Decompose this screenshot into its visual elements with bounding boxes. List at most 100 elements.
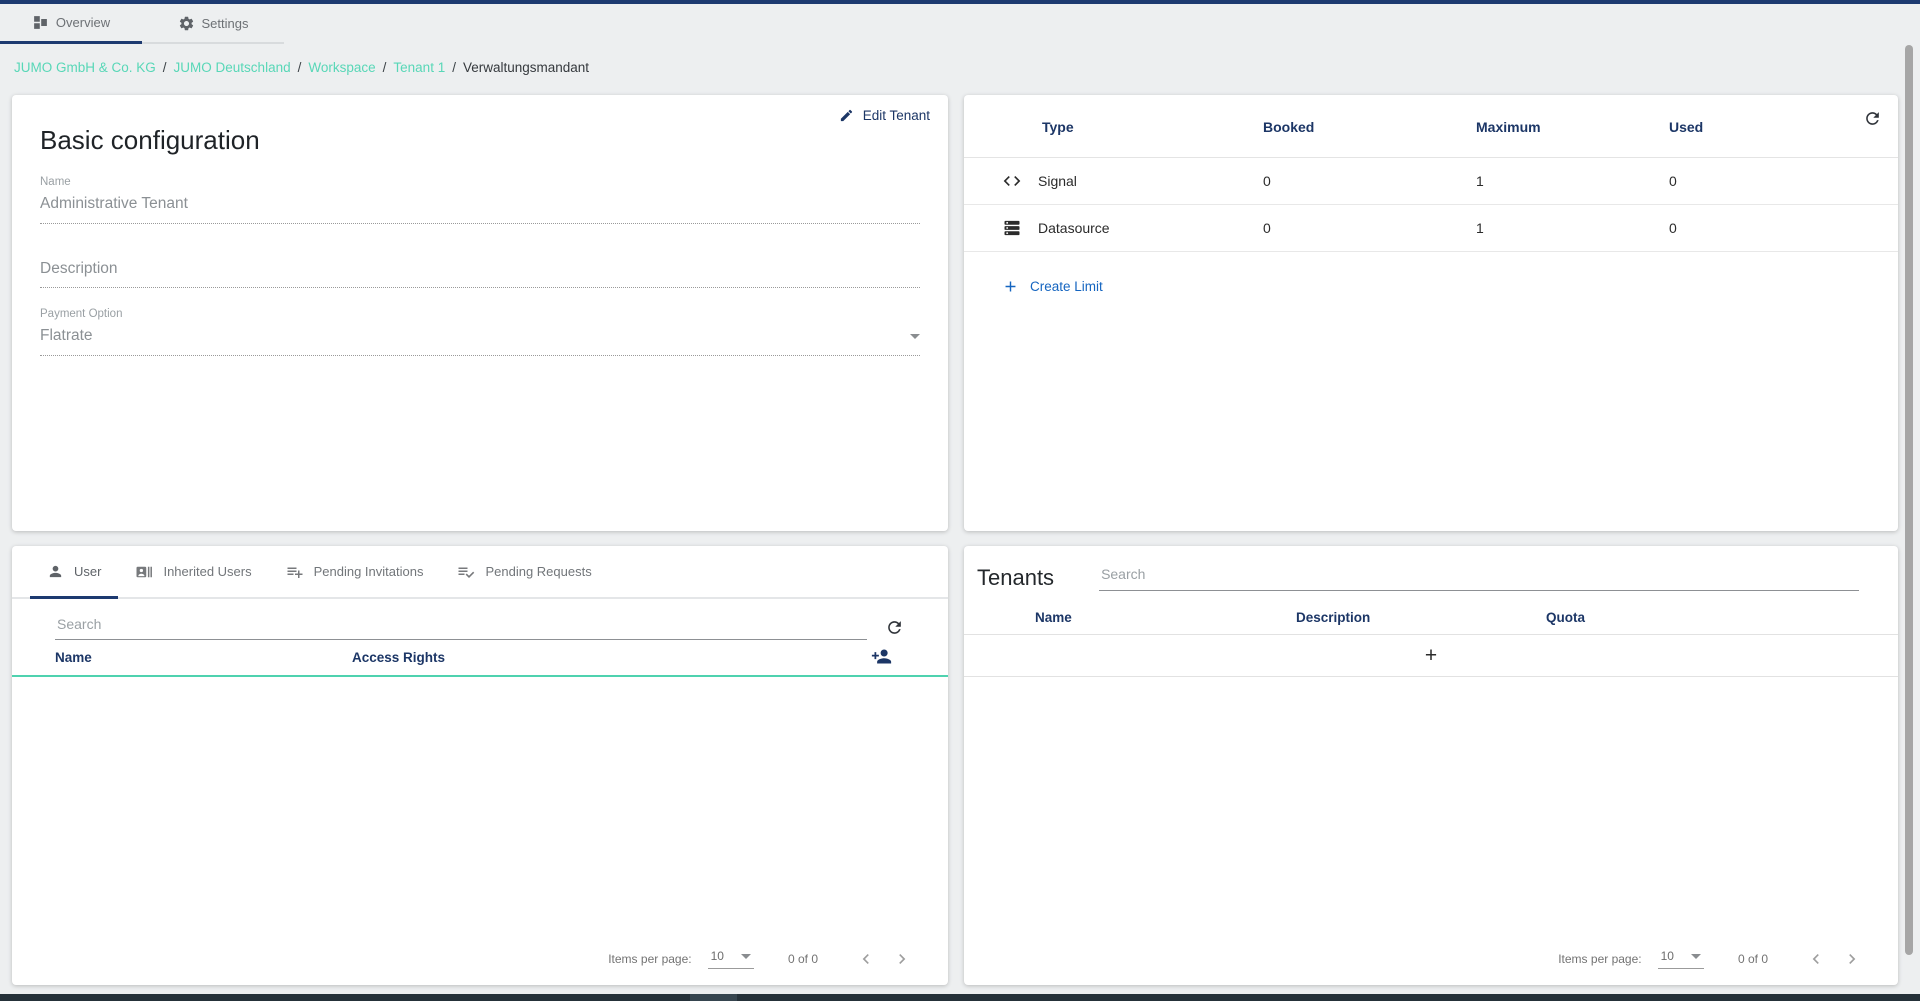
create-limit-label: Create Limit bbox=[1030, 279, 1103, 294]
breadcrumb-separator: / bbox=[452, 60, 456, 75]
chevron-right-icon bbox=[1842, 949, 1862, 969]
users-col-name: Name bbox=[55, 650, 352, 665]
tab-pending-requests-label: Pending Requests bbox=[485, 564, 591, 579]
breadcrumb-separator: / bbox=[383, 60, 387, 75]
page-size-value: 10 bbox=[1661, 949, 1674, 963]
previous-page-button[interactable] bbox=[856, 949, 876, 969]
plus-icon bbox=[1002, 278, 1019, 295]
payment-option-value: Flatrate bbox=[40, 327, 93, 345]
users-paginator: Items per page: 10 0 of 0 bbox=[608, 949, 912, 969]
breadcrumb-link-workspace[interactable]: Workspace bbox=[308, 60, 375, 75]
items-per-page-label: Items per page: bbox=[608, 952, 691, 966]
tab-settings-label: Settings bbox=[202, 16, 249, 31]
table-row[interactable]: Datasource 0 1 0 bbox=[964, 205, 1898, 252]
tab-overview[interactable]: Overview bbox=[0, 4, 142, 44]
chevron-down-icon bbox=[741, 954, 751, 959]
users-card: User Inherited Users Pending Invitations bbox=[12, 546, 948, 985]
tenants-title: Tenants bbox=[977, 565, 1054, 591]
chevron-down-icon bbox=[1691, 954, 1701, 959]
limits-col-type: Type bbox=[1042, 119, 1263, 135]
description-field: Description bbox=[40, 260, 920, 288]
top-accent-bar bbox=[0, 0, 1920, 4]
edit-tenant-label: Edit Tenant bbox=[863, 108, 930, 123]
bottom-bar bbox=[0, 994, 1920, 1001]
page-size-select[interactable]: 10 bbox=[708, 949, 754, 969]
tab-user-label: User bbox=[74, 564, 101, 579]
previous-page-button[interactable] bbox=[1806, 949, 1826, 969]
items-per-page-label: Items per page: bbox=[1558, 952, 1641, 966]
users-table-body-empty bbox=[12, 677, 948, 947]
tenants-search-input[interactable] bbox=[1099, 562, 1859, 591]
limit-row-type: Signal bbox=[1038, 173, 1077, 189]
chevron-down-icon bbox=[910, 334, 920, 339]
breadcrumb-separator: / bbox=[163, 60, 167, 75]
breadcrumb-current: Verwaltungsmandant bbox=[463, 60, 589, 75]
tenants-table-header: Name Description Quota bbox=[964, 601, 1898, 635]
pencil-icon bbox=[839, 108, 854, 123]
tab-pending-requests[interactable]: Pending Requests bbox=[440, 546, 608, 597]
limit-row-booked: 0 bbox=[1263, 173, 1476, 189]
next-page-button[interactable] bbox=[892, 949, 912, 969]
horizontal-scrollbar-thumb[interactable] bbox=[690, 994, 737, 1001]
tab-pending-invitations-label: Pending Invitations bbox=[314, 564, 424, 579]
limit-row-used: 0 bbox=[1669, 220, 1898, 236]
limits-table-header: Type Booked Maximum Used bbox=[964, 95, 1898, 158]
tenants-paginator: Items per page: 10 0 of 0 bbox=[1558, 949, 1862, 969]
limits-col-maximum: Maximum bbox=[1476, 119, 1669, 135]
users-col-access-rights: Access Rights bbox=[352, 650, 445, 665]
chevron-left-icon bbox=[1806, 949, 1826, 969]
page-range-label: 0 of 0 bbox=[1738, 952, 1768, 966]
tab-overview-label: Overview bbox=[56, 15, 110, 30]
users-table-header: Name Access Rights bbox=[12, 640, 948, 677]
tenants-add-row: + bbox=[964, 635, 1898, 677]
breadcrumb: JUMO GmbH & Co. KG / JUMO Deutschland / … bbox=[14, 60, 589, 75]
person-icon bbox=[47, 563, 64, 580]
payment-option-select[interactable]: Flatrate bbox=[40, 327, 920, 356]
edit-tenant-button[interactable]: Edit Tenant bbox=[839, 108, 930, 123]
add-user-button[interactable] bbox=[871, 646, 892, 667]
refresh-limits-button[interactable] bbox=[1863, 109, 1882, 128]
tab-user[interactable]: User bbox=[30, 546, 118, 599]
name-field-value: Administrative Tenant bbox=[40, 195, 920, 224]
playlist-add-icon bbox=[286, 563, 304, 581]
name-field-label: Name bbox=[40, 176, 920, 188]
users-search-input[interactable] bbox=[55, 610, 867, 640]
breadcrumb-link-org[interactable]: JUMO Deutschland bbox=[174, 60, 291, 75]
limit-row-type: Datasource bbox=[1038, 220, 1110, 236]
dns-icon bbox=[1002, 218, 1022, 238]
tenants-col-description: Description bbox=[1296, 610, 1546, 625]
vertical-scrollbar[interactable] bbox=[1905, 45, 1913, 955]
page-size-select[interactable]: 10 bbox=[1658, 949, 1704, 969]
tenants-card: Tenants Name Description Quota + Items p… bbox=[964, 546, 1898, 985]
code-icon bbox=[1002, 171, 1022, 191]
chevron-left-icon bbox=[856, 949, 876, 969]
limits-col-booked: Booked bbox=[1263, 119, 1476, 135]
breadcrumb-link-company[interactable]: JUMO GmbH & Co. KG bbox=[14, 60, 156, 75]
tab-inherited-users-label: Inherited Users bbox=[163, 564, 251, 579]
tenants-col-name: Name bbox=[1035, 610, 1296, 625]
create-limit-button[interactable]: Create Limit bbox=[1002, 278, 1103, 295]
table-row[interactable]: Signal 0 1 0 bbox=[964, 158, 1898, 205]
basic-configuration-card: Edit Tenant Basic configuration Name Adm… bbox=[12, 95, 948, 531]
page-size-value: 10 bbox=[711, 949, 724, 963]
tab-inherited-users[interactable]: Inherited Users bbox=[118, 546, 268, 597]
limit-row-maximum: 1 bbox=[1476, 173, 1669, 189]
tab-pending-invitations[interactable]: Pending Invitations bbox=[269, 546, 441, 597]
gear-icon bbox=[178, 15, 195, 32]
refresh-users-button[interactable] bbox=[885, 618, 904, 637]
users-tabbar: User Inherited Users Pending Invitations bbox=[12, 546, 948, 599]
limit-row-used: 0 bbox=[1669, 173, 1898, 189]
payment-option-label: Payment Option bbox=[40, 308, 920, 320]
breadcrumb-link-tenant[interactable]: Tenant 1 bbox=[393, 60, 445, 75]
breadcrumb-separator: / bbox=[298, 60, 302, 75]
card-title: Basic configuration bbox=[40, 125, 948, 156]
limit-row-maximum: 1 bbox=[1476, 220, 1669, 236]
recent-actors-icon bbox=[135, 563, 153, 581]
add-tenant-button[interactable]: + bbox=[1425, 635, 1437, 676]
next-page-button[interactable] bbox=[1842, 949, 1862, 969]
person-add-icon bbox=[871, 646, 892, 667]
tenants-col-quota: Quota bbox=[1546, 610, 1898, 625]
limit-row-booked: 0 bbox=[1263, 220, 1476, 236]
refresh-icon bbox=[1863, 109, 1882, 128]
tab-settings[interactable]: Settings bbox=[142, 4, 284, 42]
